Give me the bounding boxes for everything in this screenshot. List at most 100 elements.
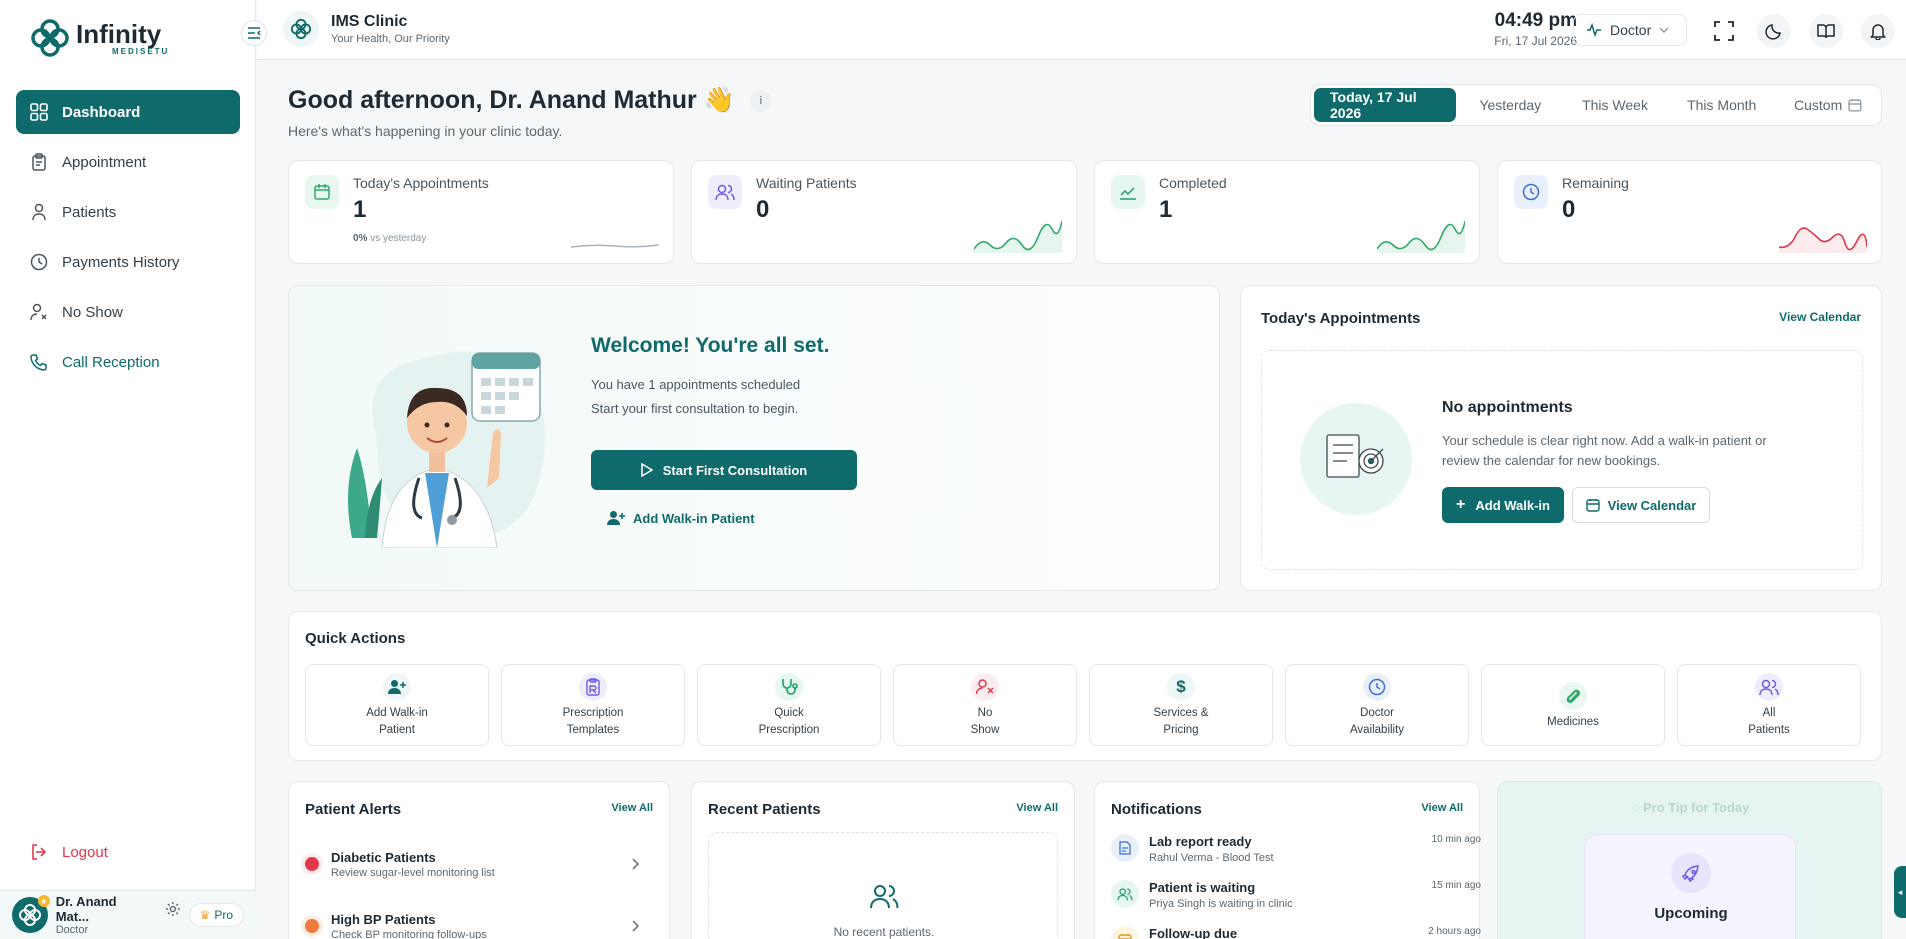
stat-card-waiting-patients[interactable]: Waiting Patients 0: [691, 160, 1077, 264]
notification-title: Lab report ready: [1149, 834, 1252, 849]
alert-row-diabetic[interactable]: Diabetic Patients Review sugar-level mon…: [305, 840, 639, 888]
users-icon: [1111, 880, 1139, 908]
play-icon: [641, 463, 653, 477]
crown-icon: ♛: [199, 908, 211, 922]
info-icon[interactable]: i: [749, 90, 772, 113]
notification-item[interactable]: Follow-up due 2 hours ago: [1111, 926, 1481, 939]
dollar-icon: $: [1167, 673, 1195, 701]
user-x-icon: [971, 673, 999, 701]
stat-value: 1: [353, 196, 367, 223]
sidebar-item-payments-history[interactable]: Payments History: [16, 240, 240, 284]
user-plus-icon: [607, 511, 625, 525]
welcome-card: Welcome! You're all set. You have 1 appo…: [288, 285, 1220, 591]
notification-time: 15 min ago: [1431, 880, 1481, 891]
notifications-button[interactable]: [1861, 14, 1895, 48]
guide-button[interactable]: [1809, 14, 1843, 48]
app-root: Infinity MEDISETU Dashboard Appointment …: [0, 0, 1906, 939]
quick-action-all-patients[interactable]: All Patients: [1677, 664, 1861, 746]
prescription-icon: [579, 673, 607, 701]
clinic-logo-icon: [290, 18, 312, 40]
clock-time: 04:49 pm: [1494, 10, 1577, 31]
add-walkin-button[interactable]: + Add Walk-in: [1442, 487, 1564, 523]
notification-time: 2 hours ago: [1428, 926, 1481, 937]
notification-item[interactable]: Patient is waiting Priya Singh is waitin…: [1111, 880, 1481, 910]
phone-icon: [30, 354, 47, 371]
stat-card-completed[interactable]: Completed 1: [1094, 160, 1480, 264]
add-walkin-link[interactable]: Add Walk-in Patient: [607, 510, 755, 526]
start-consultation-button[interactable]: Start First Consultation: [591, 450, 857, 490]
menu-collapse-icon: [248, 27, 261, 39]
calendar-icon: [305, 175, 339, 209]
sidebar-nav: Dashboard Appointment Patients Payments …: [16, 90, 240, 390]
tab-custom[interactable]: Custom: [1778, 88, 1878, 122]
pro-badge: ♛ Pro: [188, 903, 244, 927]
sidebar-item-no-show[interactable]: No Show: [16, 290, 240, 334]
user-profile[interactable]: ★ Dr. Anand Mat... Doctor ♛ Pro: [0, 890, 256, 939]
quick-action-label: Prescription: [562, 707, 624, 719]
sidebar-item-patients[interactable]: Patients: [16, 190, 240, 234]
fullscreen-button[interactable]: [1707, 14, 1741, 48]
brand-logo[interactable]: Infinity MEDISETU: [30, 18, 169, 58]
chevron-down-icon: [1659, 27, 1669, 33]
calendar-icon: [1111, 926, 1139, 939]
notifications-view-all[interactable]: View All: [1421, 802, 1463, 814]
quick-action-add-walkin[interactable]: Add Walk-in Patient: [305, 664, 489, 746]
pro-tip-text: Pro Tip for Today: [1642, 800, 1750, 815]
role-select[interactable]: Doctor: [1573, 14, 1687, 46]
notification-item[interactable]: Lab report ready Rahul Verma - Blood Tes…: [1111, 834, 1481, 864]
stat-card-todays-appointments[interactable]: Today's Appointments 1 0% vs yesterday: [288, 160, 674, 264]
user-x-icon: [30, 303, 47, 321]
start-consultation-label: Start First Consultation: [662, 462, 808, 478]
quick-action-doctor-availability[interactable]: Doctor Availability: [1285, 664, 1469, 746]
quick-action-quick-prescription[interactable]: Quick Prescription: [697, 664, 881, 746]
calendar-icon: [1585, 499, 1600, 512]
notification-title: Follow-up due: [1149, 926, 1238, 939]
alerts-view-all[interactable]: View All: [611, 802, 653, 814]
todays-appointments-card: Today's Appointments View Calendar No ap…: [1240, 285, 1882, 591]
sidebar-item-dashboard[interactable]: Dashboard: [16, 90, 240, 134]
star-badge-icon: ★: [37, 895, 50, 907]
quick-action-no-show[interactable]: No Show: [893, 664, 1077, 746]
gear-icon[interactable]: [165, 901, 181, 917]
sidebar-item-appointment[interactable]: Appointment: [16, 140, 240, 184]
side-panel-toggle[interactable]: ◂: [1894, 866, 1906, 918]
alerts-title: Patient Alerts: [305, 801, 402, 818]
pro-tip-card: ◌ Pro Tip for Today Upcoming: [1497, 781, 1882, 939]
quick-action-label: Services &: [1153, 707, 1209, 719]
sidebar-collapse-button[interactable]: [241, 20, 267, 46]
sidebar-item-call-reception[interactable]: Call Reception: [16, 340, 240, 384]
quick-action-medicines[interactable]: Medicines: [1481, 664, 1665, 746]
quick-action-label-2: Patient: [379, 724, 415, 736]
quick-action-prescription-templates[interactable]: Prescription Templates: [501, 664, 685, 746]
doctor-illustration: [348, 351, 545, 548]
view-calendar-button[interactable]: View Calendar: [1572, 487, 1710, 523]
profile-name: Dr. Anand Mat...: [55, 894, 117, 924]
tab-this-month[interactable]: This Month: [1667, 88, 1776, 122]
clinic-icon: [283, 11, 319, 47]
alert-row-high-bp[interactable]: High BP Patients Check BP monitoring fol…: [305, 902, 639, 939]
view-calendar-link[interactable]: View Calendar: [1779, 310, 1861, 324]
stat-label: Today's Appointments: [353, 175, 489, 191]
appointments-title: Today's Appointments: [1261, 310, 1421, 327]
clock-date: Fri, 17 Jul 2026: [1494, 34, 1577, 48]
notifications-card: Notifications View All Lab report ready …: [1094, 781, 1481, 939]
quick-action-services-pricing[interactable]: $ Services & Pricing: [1089, 664, 1273, 746]
stat-label: Remaining: [1562, 175, 1629, 191]
quick-action-label: Medicines: [1547, 715, 1599, 728]
stat-card-remaining[interactable]: Remaining 0: [1497, 160, 1882, 264]
plus-icon: +: [1456, 496, 1466, 513]
quick-action-label-2: Patients: [1748, 724, 1790, 736]
empty-illustration: [1300, 403, 1412, 515]
tab-this-week[interactable]: This Week: [1565, 88, 1666, 122]
pulse-icon: [1587, 23, 1601, 37]
dark-mode-button[interactable]: [1757, 14, 1791, 48]
quick-action-label: Add Walk-in: [366, 707, 428, 719]
stat-delta-value: 0%: [353, 233, 368, 244]
recent-view-all[interactable]: View All: [1016, 802, 1058, 814]
quick-action-label-2: Pricing: [1163, 724, 1199, 736]
tab-today[interactable]: Today, 17 Jul 2026: [1314, 88, 1456, 122]
tab-yesterday[interactable]: Yesterday: [1458, 88, 1563, 122]
logout-label: Logout: [62, 843, 108, 861]
logout-button[interactable]: Logout: [30, 843, 108, 861]
recent-patients-card: Recent Patients View All No recent patie…: [691, 781, 1075, 939]
